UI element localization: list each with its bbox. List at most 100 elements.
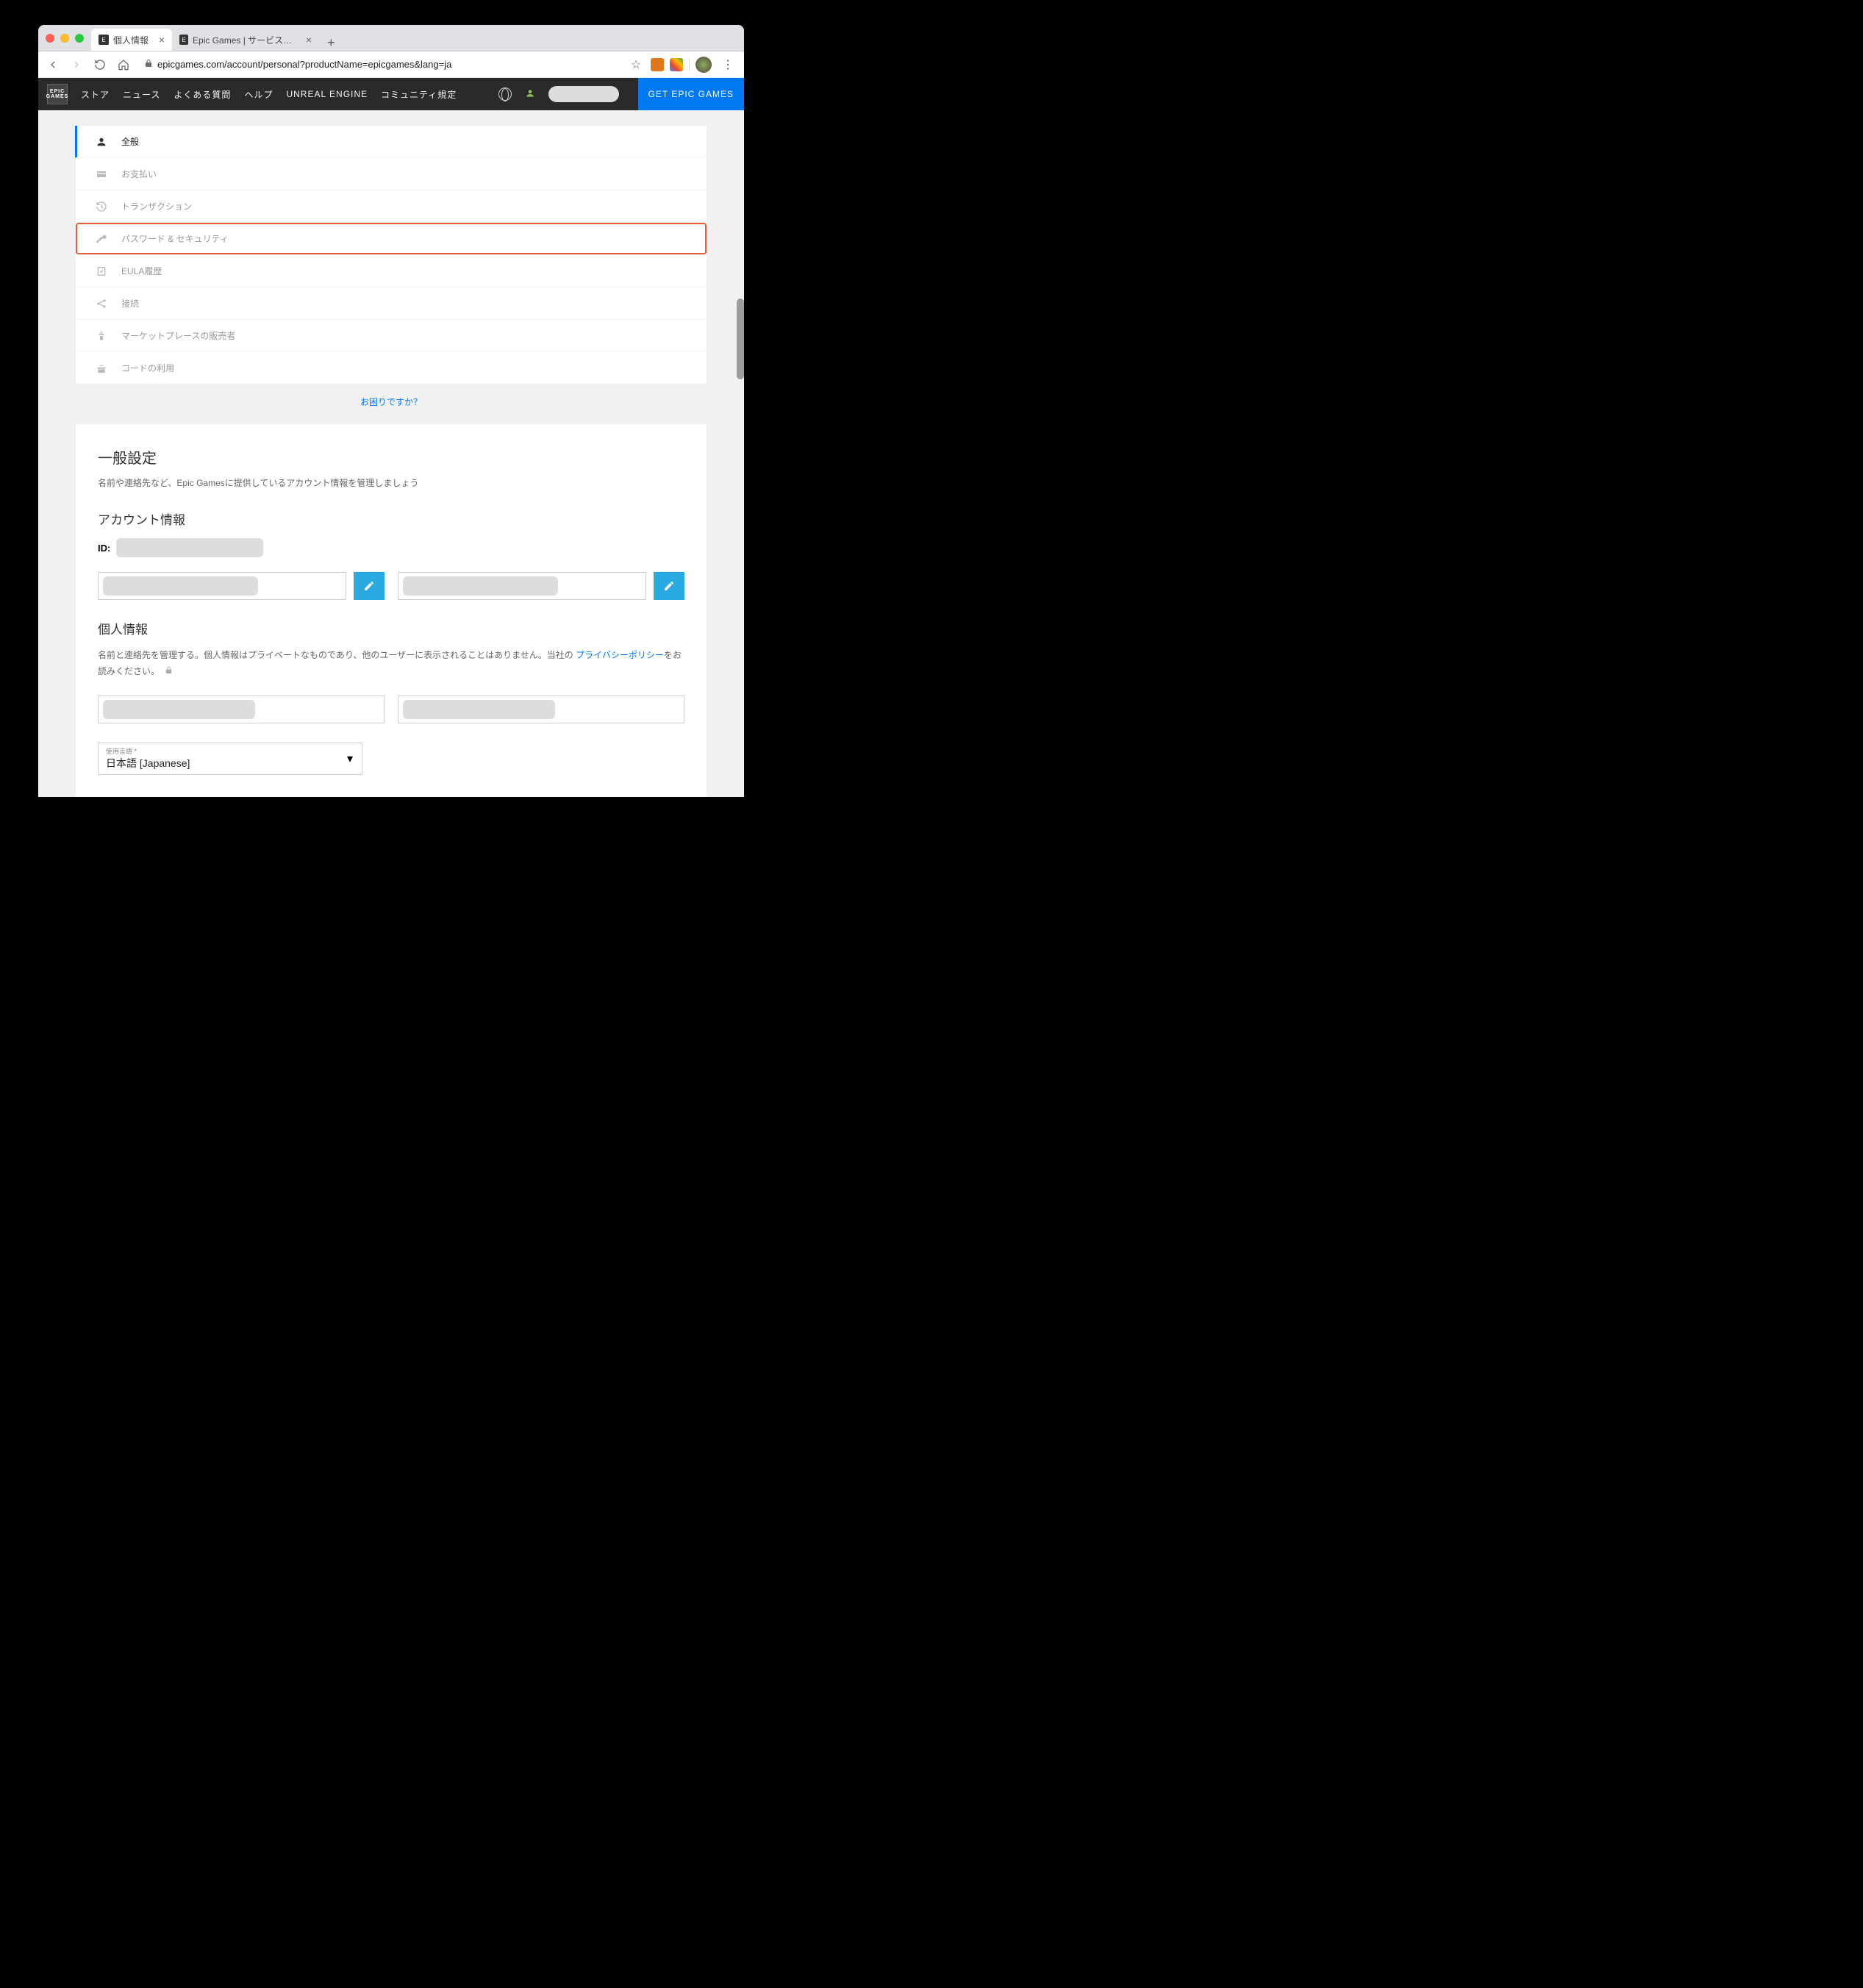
scrollbar-thumb[interactable]	[737, 298, 744, 379]
seller-icon	[95, 330, 108, 342]
site-top-nav: EPICGAMES ストア ニュース よくある質問 ヘルプ UNREAL ENG…	[38, 78, 744, 110]
page-subtitle: 名前や連絡先など、Epic Gamesに提供しているアカウント情報を管理しましょ…	[98, 476, 684, 489]
close-tab-icon[interactable]: ×	[306, 34, 312, 46]
edit-email-button[interactable]	[654, 572, 684, 600]
last-name-field[interactable]	[98, 696, 385, 723]
account-sidebar: 全般 お支払い トランザクション パスワード & セキュリティ EULA履歴	[75, 125, 707, 385]
close-tab-icon[interactable]: ×	[159, 34, 165, 46]
bookmark-star-icon[interactable]: ☆	[627, 56, 645, 74]
user-status-icon[interactable]	[525, 88, 535, 101]
edit-display-name-button[interactable]	[354, 572, 385, 600]
forward-button[interactable]	[68, 56, 85, 74]
tab-strip: E 個人情報 × E Epic Games | サービス利用規約 × +	[91, 25, 338, 51]
nav-community-rules[interactable]: コミュニティ規定	[381, 88, 457, 101]
sidebar-item-label: コードの利用	[121, 362, 174, 374]
search-pill[interactable]	[548, 86, 619, 102]
general-settings-card: 一般設定 名前や連絡先など、Epic Gamesに提供しているアカウント情報を管…	[75, 423, 707, 797]
profile-avatar[interactable]	[696, 57, 712, 73]
page-title: 一般設定	[98, 446, 684, 468]
favicon-icon: E	[99, 35, 109, 45]
window-controls	[46, 34, 84, 43]
sidebar-item-label: トランザクション	[121, 200, 192, 212]
lock-icon	[144, 59, 153, 70]
chevron-down-icon: ▾	[347, 751, 353, 766]
sidebar-item-label: パスワード & セキュリティ	[121, 232, 229, 245]
page-content: EPICGAMES ストア ニュース よくある質問 ヘルプ UNREAL ENG…	[38, 78, 744, 797]
tab-tos[interactable]: E Epic Games | サービス利用規約 ×	[172, 29, 319, 51]
payment-icon	[95, 168, 108, 180]
get-epic-games-button[interactable]: GET EPIC GAMES	[638, 78, 744, 110]
cta-label: GET EPIC GAMES	[648, 89, 734, 99]
id-label: ID:	[98, 543, 110, 554]
browser-menu-button[interactable]: ⋮	[718, 57, 738, 72]
display-name-field-wrap	[98, 572, 385, 600]
nav-store[interactable]: ストア	[81, 88, 110, 101]
nav-news[interactable]: ニュース	[123, 88, 160, 101]
share-icon	[95, 298, 108, 310]
sidebar-item-redeem-code[interactable]: コードの利用	[76, 352, 707, 385]
sidebar-item-marketplace-seller[interactable]: マーケットプレースの販売者	[76, 320, 707, 352]
redacted-value	[103, 576, 258, 596]
account-page: 全般 お支払い トランザクション パスワード & セキュリティ EULA履歴	[38, 110, 744, 797]
redacted-value	[403, 700, 555, 719]
maximize-window-button[interactable]	[75, 34, 84, 43]
titlebar: E 個人情報 × E Epic Games | サービス利用規約 × +	[38, 25, 744, 51]
language-select[interactable]: 使用言語 * 日本語 [Japanese] ▾	[98, 743, 362, 775]
sidebar-item-label: マーケットプレースの販売者	[121, 329, 235, 342]
lock-icon	[165, 664, 173, 680]
sidebar-item-label: 全般	[121, 135, 139, 148]
reload-button[interactable]	[91, 56, 109, 74]
sidebar-item-label: お支払い	[121, 168, 157, 180]
history-icon	[95, 201, 108, 212]
select-value: 日本語 [Japanese]	[106, 756, 354, 770]
favicon-icon: E	[179, 35, 188, 45]
redacted-value	[403, 576, 558, 596]
sidebar-item-label: EULA履歴	[121, 265, 162, 277]
personal-info-heading: 個人情報	[98, 619, 684, 637]
sidebar-item-eula-history[interactable]: EULA履歴	[76, 255, 707, 287]
nav-faq[interactable]: よくある質問	[174, 88, 231, 101]
extension-google-icon[interactable]	[670, 58, 683, 71]
extension-metamask-icon[interactable]	[651, 58, 664, 71]
sidebar-item-payment[interactable]: お支払い	[76, 158, 707, 190]
account-info-heading: アカウント情報	[98, 509, 684, 528]
language-globe-icon[interactable]	[498, 87, 512, 101]
sidebar-item-label: 接続	[121, 297, 139, 310]
sidebar-item-general[interactable]: 全般	[76, 126, 707, 158]
home-button[interactable]	[115, 56, 132, 74]
tab-title: 個人情報	[113, 34, 149, 46]
nav-unreal-engine[interactable]: UNREAL ENGINE	[286, 89, 368, 99]
privacy-policy-link[interactable]: プライバシーポリシー	[576, 650, 664, 660]
browser-window: E 個人情報 × E Epic Games | サービス利用規約 × + epi…	[38, 25, 744, 797]
name-fields-row	[98, 696, 684, 723]
back-button[interactable]	[44, 56, 62, 74]
key-icon	[95, 233, 108, 245]
email-field[interactable]	[398, 572, 646, 600]
person-icon	[95, 136, 108, 148]
sidebar-item-password-security[interactable]: パスワード & セキュリティ	[76, 223, 707, 255]
sidebar-item-connections[interactable]: 接続	[76, 287, 707, 320]
account-id-row: ID:	[98, 538, 684, 557]
checklist-icon	[95, 265, 108, 277]
separator	[689, 58, 690, 71]
epic-logo[interactable]: EPICGAMES	[47, 84, 68, 104]
email-field-wrap	[398, 572, 684, 600]
tab-title: Epic Games | サービス利用規約	[193, 34, 296, 46]
select-label: 使用言語 *	[106, 746, 354, 756]
close-window-button[interactable]	[46, 34, 54, 43]
desc-text-1: 名前と連絡先を管理する。個人情報はプライベートなものであり、他のユーザーに表示さ…	[98, 650, 576, 660]
first-name-field[interactable]	[398, 696, 684, 723]
nav-help[interactable]: ヘルプ	[244, 88, 273, 101]
sidebar-item-transactions[interactable]: トランザクション	[76, 190, 707, 223]
display-name-field[interactable]	[98, 572, 346, 600]
help-link-wrap: お困りですか？	[75, 385, 707, 423]
help-link[interactable]: お困りですか？	[360, 397, 422, 407]
url-text: epicgames.com/account/personal?productNa…	[157, 59, 451, 70]
url-field[interactable]: epicgames.com/account/personal?productNa…	[138, 59, 621, 70]
personal-info-description: 名前と連絡先を管理する。個人情報はプライベートなものであり、他のユーザーに表示さ…	[98, 648, 684, 679]
gift-icon	[95, 362, 108, 374]
account-fields-row	[98, 572, 684, 600]
tab-personal-info[interactable]: E 個人情報 ×	[91, 29, 172, 51]
new-tab-button[interactable]: +	[323, 35, 338, 51]
minimize-window-button[interactable]	[60, 34, 69, 43]
